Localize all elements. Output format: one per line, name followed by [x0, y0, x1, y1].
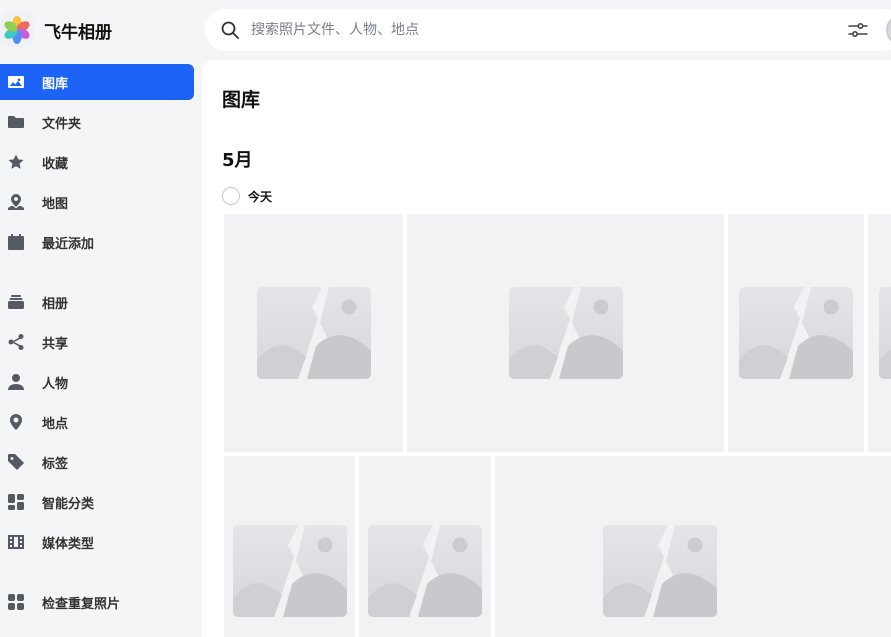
brand: 飞牛相册: [0, 12, 112, 48]
sidebar-item-label: 检查重复照片: [42, 596, 121, 612]
sidebar-item-people[interactable]: 人物: [0, 364, 194, 400]
person-icon: [0, 373, 32, 391]
image-placeholder-icon: [508, 287, 623, 379]
star-icon: [0, 153, 32, 171]
sidebar-item-folders[interactable]: 文件夹: [0, 104, 194, 140]
image-placeholder-icon: [368, 525, 482, 617]
select-day-checkbox[interactable]: [222, 187, 240, 205]
photo-library-icon: [0, 73, 32, 91]
photo-thumbnail[interactable]: [224, 214, 403, 452]
main-panel: 图库 5月 今天: [202, 60, 891, 637]
sidebar-item-media-type[interactable]: 媒体类型: [0, 524, 194, 560]
share-icon: [0, 333, 32, 351]
app-name: 飞牛相册: [44, 22, 112, 43]
sidebar-item-label: 图库: [42, 76, 69, 92]
map-icon: [0, 193, 32, 211]
sidebar-item-share[interactable]: 共享: [0, 324, 194, 360]
photo-thumbnail[interactable]: [224, 456, 355, 637]
filter-settings-icon[interactable]: [848, 21, 868, 39]
image-placeholder-icon: [232, 525, 347, 617]
sidebar-item-label: 媒体类型: [42, 536, 95, 552]
search-bar[interactable]: [205, 9, 891, 51]
sidebar-item-label: 标签: [42, 456, 69, 472]
photo-thumbnail[interactable]: [407, 214, 724, 452]
search-icon: [221, 21, 239, 39]
photo-thumbnail[interactable]: [359, 456, 491, 637]
sidebar-item-smart-category[interactable]: 智能分类: [0, 484, 194, 520]
sidebar-item-map[interactable]: 地图: [0, 184, 194, 220]
smart-category-icon: [0, 493, 32, 511]
page-title: 图库: [222, 89, 261, 111]
sidebar-item-gallery[interactable]: 图库: [0, 64, 194, 100]
image-placeholder-icon: [603, 525, 717, 617]
sidebar: 飞牛相册 图库 文件夹 收藏 地图 最近添加 相册 共享 人物 地点 标签 智能…: [0, 0, 202, 637]
sidebar-item-tags[interactable]: 标签: [0, 444, 194, 480]
day-group-label: 今天: [248, 190, 273, 204]
sidebar-item-label: 相册: [42, 296, 69, 312]
photo-thumbnail[interactable]: [728, 214, 864, 452]
photo-thumbnail[interactable]: [495, 456, 891, 637]
calendar-icon: [0, 233, 32, 251]
sidebar-item-favorites[interactable]: 收藏: [0, 144, 194, 180]
sidebar-item-label: 人物: [42, 376, 69, 392]
photo-thumbnail[interactable]: [868, 214, 891, 452]
image-placeholder-icon: [879, 287, 891, 379]
sidebar-item-label: 文件夹: [42, 116, 82, 132]
app-logo-icon: [0, 13, 34, 47]
month-heading: 5月: [222, 150, 253, 171]
duplicate-check-icon: [0, 593, 32, 611]
tag-icon: [0, 453, 32, 471]
sidebar-item-label: 地点: [42, 416, 69, 432]
sidebar-item-label: 地图: [42, 196, 69, 212]
search-input[interactable]: [251, 22, 811, 38]
sidebar-item-label: 智能分类: [42, 496, 95, 512]
image-placeholder-icon: [739, 287, 853, 379]
sidebar-item-label: 共享: [42, 336, 69, 352]
sidebar-item-albums[interactable]: 相册: [0, 284, 194, 320]
sidebar-item-label: 最近添加: [42, 236, 95, 252]
album-stack-icon: [0, 293, 32, 311]
sidebar-item-recent[interactable]: 最近添加: [0, 224, 194, 260]
sidebar-item-duplicates[interactable]: 检查重复照片: [0, 584, 194, 620]
film-icon: [0, 533, 32, 551]
folder-icon: [0, 113, 32, 131]
sidebar-item-places[interactable]: 地点: [0, 404, 194, 440]
location-pin-icon: [0, 413, 32, 431]
image-placeholder-icon: [256, 287, 371, 379]
sidebar-item-label: 收藏: [42, 156, 69, 172]
